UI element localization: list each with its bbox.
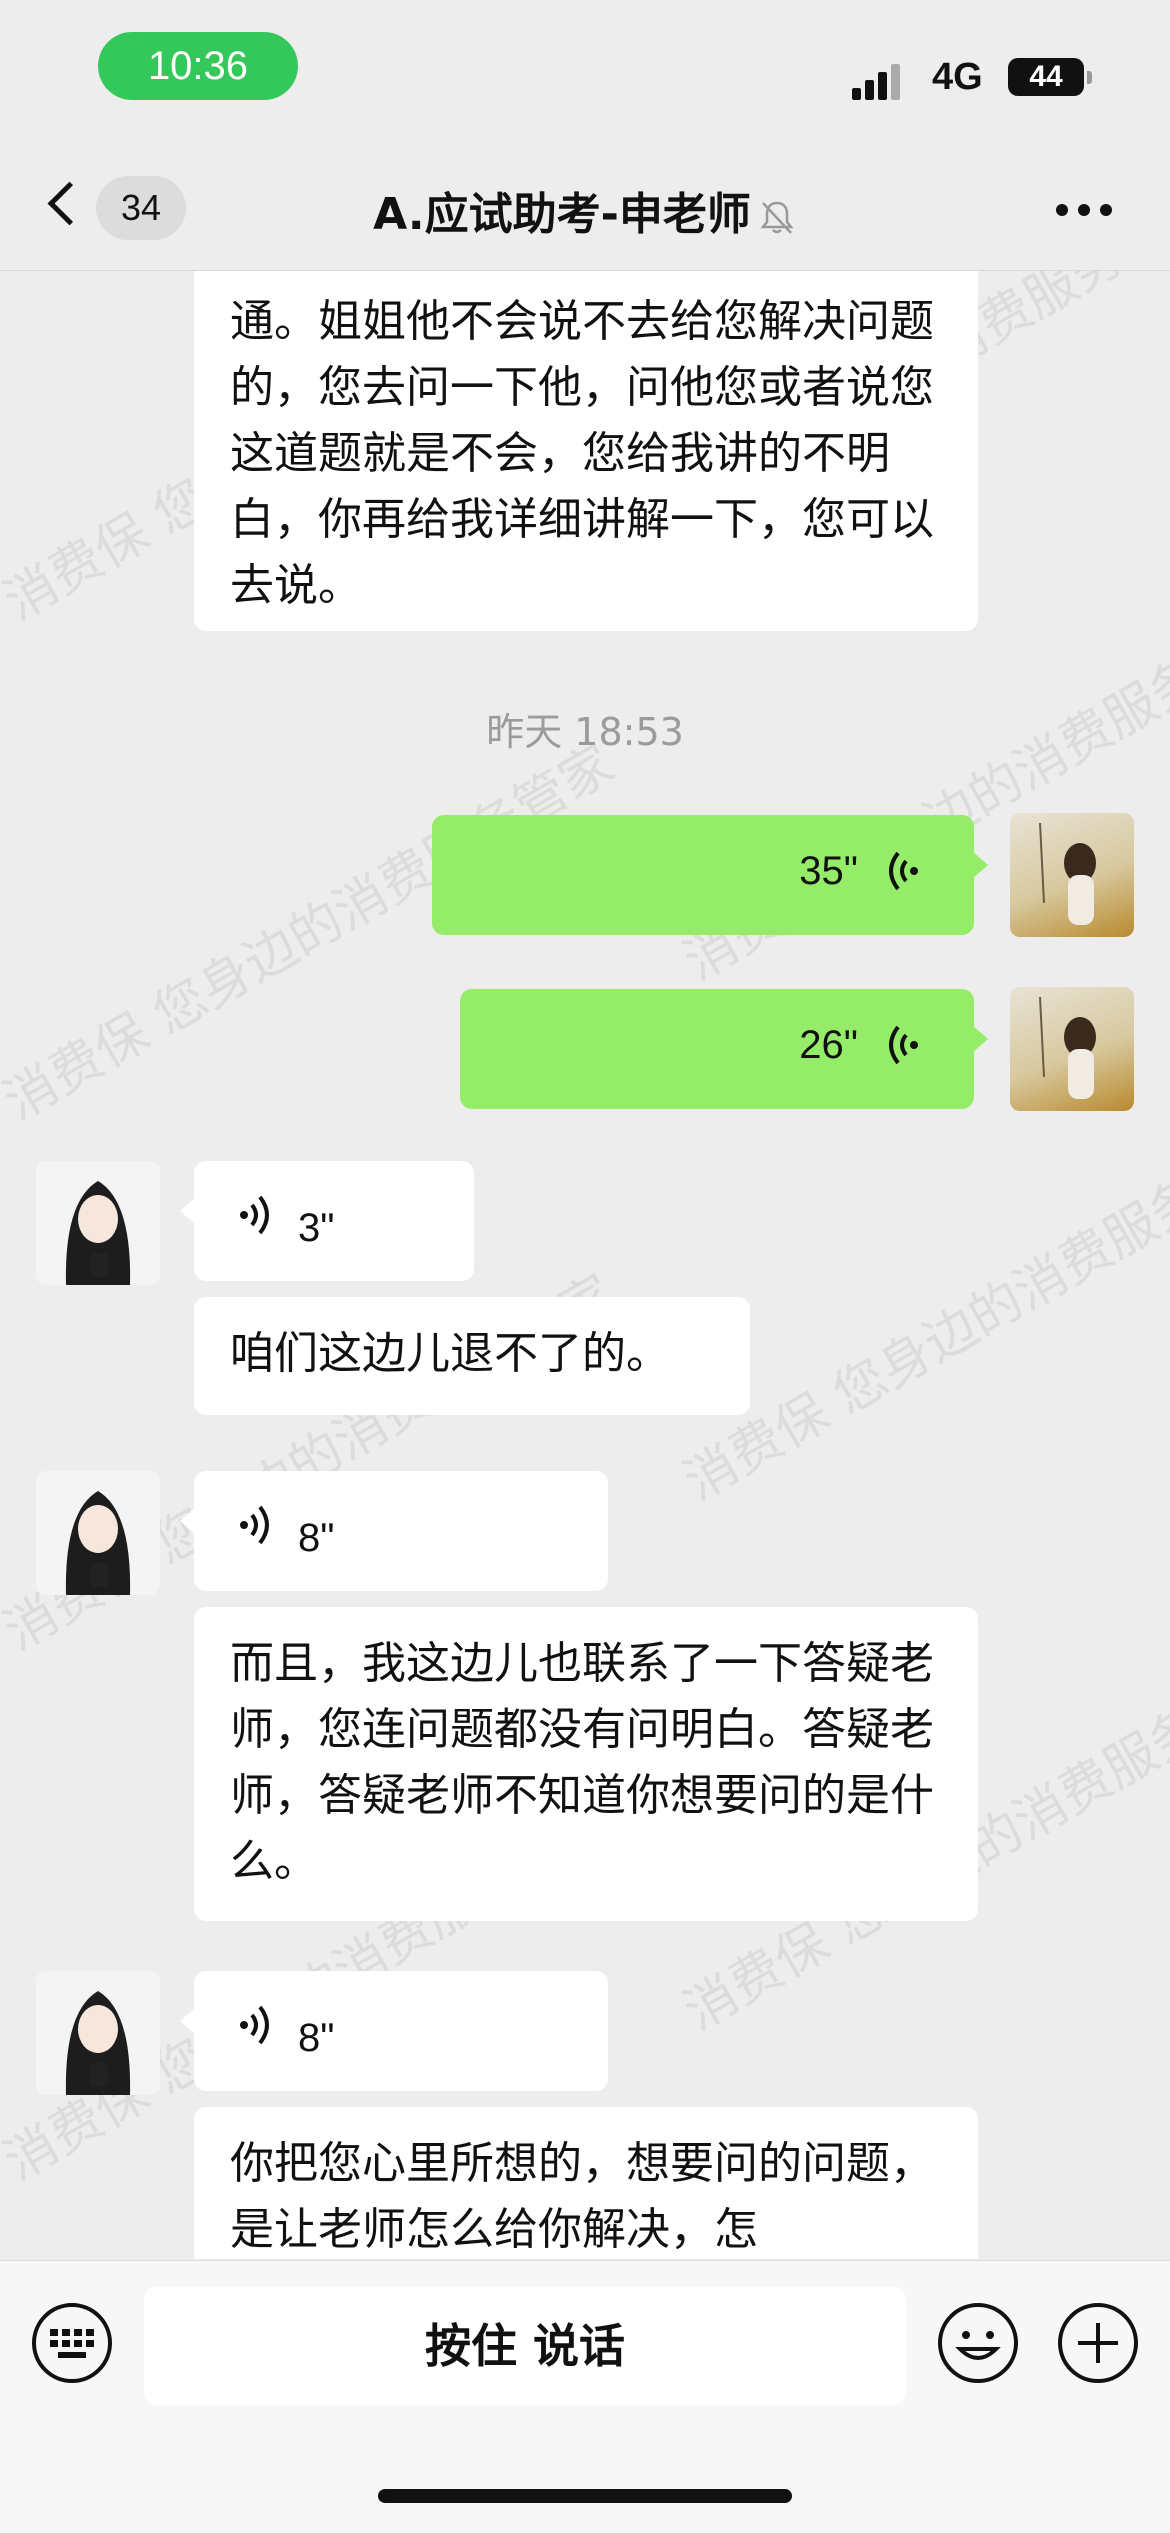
chat-title[interactable]: A.应试助考-申老师 (373, 189, 751, 240)
plus-icon[interactable] (1056, 2301, 1140, 2385)
input-bar: 按住 说话 (0, 2260, 1170, 2533)
home-indicator (378, 2489, 792, 2503)
chat-title-wrap: A.应试助考-申老师 (0, 178, 1170, 242)
voice-wave-icon (240, 1505, 269, 1545)
voice-duration: 8" (298, 2016, 335, 2060)
contact-avatar[interactable] (36, 1161, 160, 1285)
voice-message-received[interactable]: 8" (180, 1471, 608, 1591)
chat-header: 34 A.应试助考-申老师 (0, 150, 1170, 271)
voice-duration: 8" (298, 1516, 335, 1560)
message-bubble[interactable]: 咱们这边儿退不了的。 (194, 1297, 750, 1415)
network-type: 4G (932, 56, 983, 98)
voice-message-sent[interactable]: 26" (460, 989, 988, 1109)
battery-icon: 44 (1008, 58, 1092, 96)
message-text: 而且，我这边儿也联系了一下答疑老师，您连问题都没有问明白。答疑老师，答疑老师不知… (230, 1638, 934, 1887)
status-time: 10:36 (98, 32, 298, 100)
voice-wave-icon (240, 2005, 269, 2045)
my-avatar[interactable] (1010, 813, 1134, 937)
hold-to-talk-button[interactable]: 按住 说话 (144, 2287, 906, 2405)
contact-avatar[interactable] (36, 1971, 160, 2095)
bell-mute-icon (760, 201, 794, 234)
emoji-icon[interactable] (936, 2301, 1020, 2385)
voice-wave-icon (889, 1025, 918, 1065)
more-icon[interactable] (1056, 204, 1112, 216)
voice-message-received[interactable]: 3" (180, 1161, 474, 1281)
my-avatar[interactable] (1010, 987, 1134, 1111)
voice-message-received[interactable]: 8" (180, 1971, 608, 2091)
voice-wave-icon (240, 1195, 269, 1235)
contact-avatar[interactable] (36, 1471, 160, 1595)
time-divider: 昨天 18:53 (486, 710, 684, 754)
keyboard-icon[interactable] (30, 2301, 114, 2385)
message-bubble[interactable]: 通。姐姐他不会说不去给您解决问题的，您去问一下他，问他您或者说您这道题就是不会，… (194, 271, 978, 631)
message-text: 咱们这边儿退不了的。 (230, 1328, 670, 1379)
voice-duration: 35" (799, 849, 858, 893)
message-bubble[interactable]: 而且，我这边儿也联系了一下答疑老师，您连问题都没有问明白。答疑老师，答疑老师不知… (194, 1607, 978, 1921)
voice-message-sent[interactable]: 35" (432, 815, 988, 935)
voice-wave-icon (889, 851, 918, 891)
voice-duration: 3" (298, 1206, 335, 1250)
message-text: 你把您心里所想的，想要问的问题，是让老师怎么给你解决，怎 (230, 2138, 934, 2255)
message-text: 通。姐姐他不会说不去给您解决问题的，您去问一下他，问他您或者说您这道题就是不会，… (230, 296, 934, 611)
message-list[interactable]: 消费保 您身边的消费服务管家 消费保 您身边的消费服务管家 消费保 您身边的消费… (0, 271, 1170, 2259)
voice-duration: 26" (799, 1023, 858, 1067)
status-bar: 10:36 4G 44 (0, 0, 1170, 150)
signal-icon (852, 60, 912, 100)
message-bubble[interactable]: 你把您心里所想的，想要问的问题，是让老师怎么给你解决，怎 (194, 2107, 978, 2259)
